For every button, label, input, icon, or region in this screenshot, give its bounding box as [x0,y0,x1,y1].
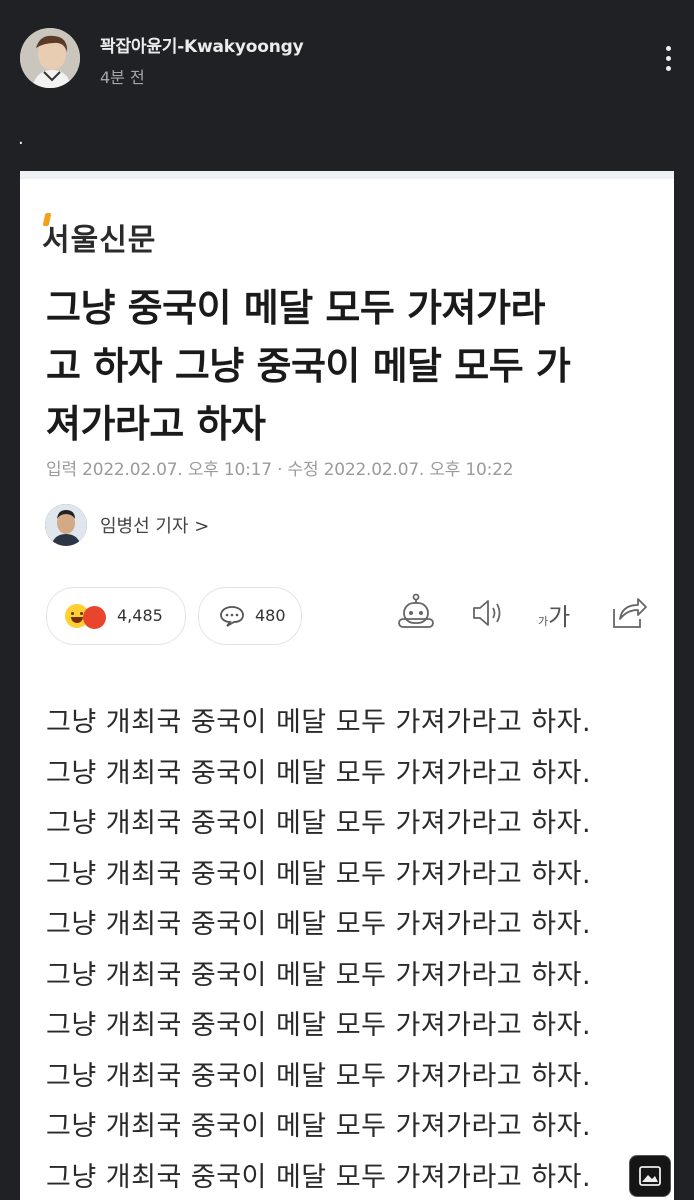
comment-bubble-icon [220,606,244,627]
article-body: 그냥 개최국 중국이 메달 모두 가져가라고 하자. 그냥 개최국 중국이 메달… [46,698,666,1200]
headline-line: 져가라고 하자 [46,402,266,446]
more-options-icon[interactable] [656,46,680,76]
image-top-border [20,171,674,179]
post-header: 꽉잡아윤기-Kwakyoongy 4분 전 [0,0,694,120]
author-name[interactable]: 꽉잡아윤기-Kwakyoongy [100,32,304,57]
speaker-icon[interactable] [470,593,506,633]
reaction-button[interactable]: 4,485 [46,587,186,645]
headline-line: 고 하자 그냥 중국이 메달 모두 가 [46,344,571,388]
body-line: 그냥 개최국 중국이 메달 모두 가져가라고 하자. [46,707,592,738]
reaction-count: 4,485 [117,606,163,625]
body-line: 그냥 개최국 중국이 메달 모두 가져가라고 하자. [46,959,592,991]
font-size-icon[interactable]: 가가 [538,597,570,632]
robot-tts-icon[interactable] [396,593,436,633]
body-line: 그냥 개최국 중국이 메달 모두 가져가라고 하자. [46,858,592,890]
headline-line: 그냥 중국이 메달 모두 가져가라 [46,286,545,330]
body-line: 그냥 개최국 중국이 메달 모두 가져가라고 하자. [46,1111,592,1142]
post-text: . [18,128,24,149]
body-line: 그냥 개최국 중국이 메달 모두 가져가라고 하자. [46,1060,592,1092]
article-dates: 입력 2022.02.07. 오후 10:17 · 수정 2022.02.07.… [46,460,514,480]
body-line: 그냥 개최국 중국이 메달 모두 가져가라고 하자. [46,909,592,940]
body-line: 그냥 개최국 중국이 메달 모두 가져가라고 하자. [46,808,592,839]
reporter-avatar [45,504,87,546]
attached-image[interactable]: 서울신문 그냥 중국이 메달 모두 가져가라 고 하자 그냥 중국이 메달 모두… [20,171,674,1200]
angry-emoji-icon [83,606,106,629]
body-line: 그냥 개최국 중국이 메달 모두 가져가라고 하자. [46,1161,592,1193]
font-size-label: 가 [548,603,571,631]
reporter-link[interactable]: 임병선 기자 > [100,512,209,538]
article-headline: 그냥 중국이 메달 모두 가져가라 고 하자 그냥 중국이 메달 모두 가 져가… [46,279,656,453]
author-avatar[interactable] [20,28,80,88]
post-timestamp: 4분 전 [100,68,145,87]
body-line: 그냥 개최국 중국이 메달 모두 가져가라고 하자. [46,757,592,789]
share-icon[interactable] [610,593,648,633]
newspaper-logo: 서울신문 [42,223,157,258]
image-icon[interactable] [629,1155,671,1197]
body-line: 그냥 개최국 중국이 메달 모두 가져가라고 하자. [46,1010,592,1041]
comment-button[interactable]: 480 [198,587,302,645]
comment-count: 480 [255,606,286,625]
